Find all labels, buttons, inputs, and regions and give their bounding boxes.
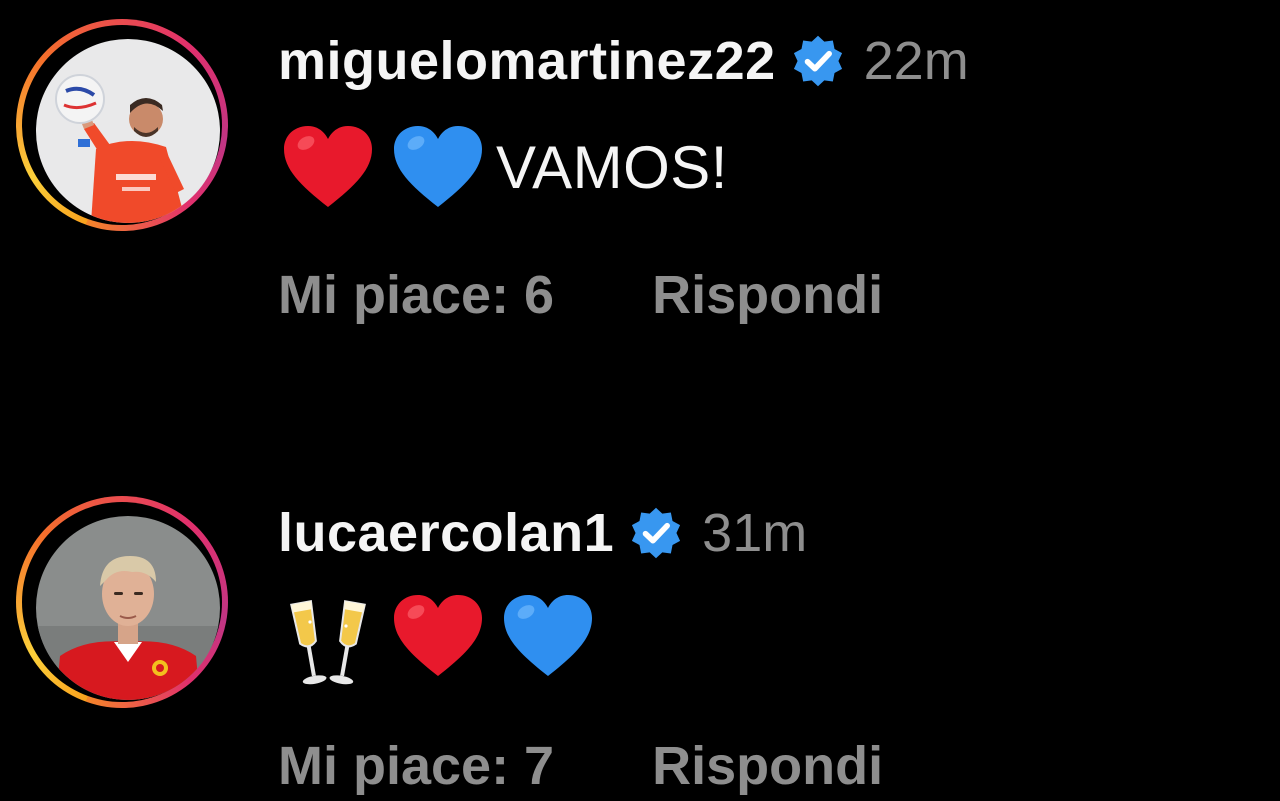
comment-header: lucaercolan1 31m bbox=[278, 500, 807, 566]
comment-body: VAMOS! bbox=[280, 120, 728, 216]
comment-timestamp: 31m bbox=[702, 503, 808, 563]
verified-badge-icon bbox=[790, 33, 846, 89]
avatar[interactable] bbox=[36, 516, 220, 700]
username-link[interactable]: miguelomartinez22 bbox=[278, 28, 776, 94]
clinking-glasses-icon bbox=[280, 592, 376, 685]
avatar[interactable] bbox=[36, 39, 220, 223]
reply-button[interactable]: Rispondi bbox=[652, 262, 883, 328]
username-link[interactable]: lucaercolan1 bbox=[278, 500, 614, 566]
comment-text: VAMOS! bbox=[496, 134, 728, 201]
comment-item: lucaercolan1 31m Mi piace: 7 Rispondi bbox=[0, 475, 1280, 801]
blue-heart-icon bbox=[390, 123, 486, 213]
comment-body bbox=[280, 587, 610, 687]
red-heart-icon bbox=[280, 123, 376, 213]
comment-actions: Mi piace: 7 Rispondi bbox=[278, 733, 883, 799]
comment-timestamp: 22m bbox=[863, 31, 969, 91]
comment-actions: Mi piace: 6 Rispondi bbox=[278, 262, 883, 328]
comment-header: miguelomartinez22 22m bbox=[278, 28, 969, 94]
story-ring[interactable] bbox=[16, 19, 228, 231]
story-ring[interactable] bbox=[16, 496, 228, 708]
likes-count-button[interactable]: Mi piace: 6 bbox=[278, 262, 554, 328]
red-heart-icon bbox=[390, 592, 486, 682]
verified-badge-icon bbox=[628, 505, 684, 561]
likes-count-button[interactable]: Mi piace: 7 bbox=[278, 733, 554, 799]
comment-item: miguelomartinez22 22m VAMOS! Mi piace: 6… bbox=[0, 0, 1280, 380]
blue-heart-icon bbox=[500, 592, 596, 682]
comments-screen: miguelomartinez22 22m VAMOS! Mi piace: 6… bbox=[0, 0, 1280, 801]
reply-button[interactable]: Rispondi bbox=[652, 733, 883, 799]
